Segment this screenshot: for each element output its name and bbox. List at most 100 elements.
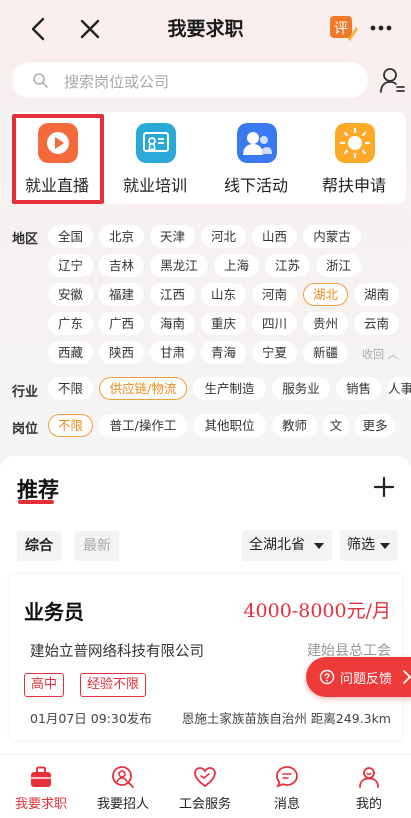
collapse-label: 收回 xyxy=(362,348,384,361)
region-select[interactable]: 全湖北省 xyxy=(242,530,332,561)
industry-chip[interactable]: 生产制造 xyxy=(193,377,266,400)
company-name: 建始立普网络科技有限公司 xyxy=(30,644,204,660)
region-chip[interactable]: 广西 xyxy=(99,312,144,335)
category-activity[interactable]: 线下活动 xyxy=(210,112,302,204)
tabbar-item-job-search[interactable]: 我要求职 xyxy=(0,755,82,818)
caret-down-icon xyxy=(380,543,390,549)
region-chip[interactable]: 新疆 xyxy=(303,341,348,364)
feedback-label: 问题反馈 xyxy=(340,672,393,687)
position-chip[interactable]: 其他职位 xyxy=(193,414,266,437)
recruit-search-icon xyxy=(112,766,134,788)
region-chip[interactable]: 重庆 xyxy=(201,312,246,335)
region-chip[interactable]: 江西 xyxy=(150,283,195,306)
profile-icon xyxy=(359,767,379,788)
industry-chip[interactable]: 服务业 xyxy=(272,377,330,400)
message-icon xyxy=(276,766,298,788)
region-chip[interactable]: 山东 xyxy=(201,283,246,306)
position-chip-selected[interactable]: 不限 xyxy=(48,414,93,437)
category-highlight-box xyxy=(12,114,104,204)
region-chip[interactable]: 甘肃 xyxy=(150,341,195,364)
region-chip[interactable]: 青海 xyxy=(201,341,246,364)
region-chip[interactable]: 吉林 xyxy=(99,254,144,277)
filter-select-value: 筛选 xyxy=(347,537,375,553)
search-icon xyxy=(33,73,48,88)
industry-chip-selected[interactable]: 供应链/物流 xyxy=(99,377,187,400)
region-chip[interactable]: 四川 xyxy=(252,312,297,335)
region-chip[interactable]: 安徽 xyxy=(48,283,93,306)
tabbar-label: 工会服务 xyxy=(178,797,231,812)
filter-select[interactable]: 筛选 xyxy=(340,530,397,561)
tabbar-label: 我要招人 xyxy=(96,797,149,812)
region-chip[interactable]: 山西 xyxy=(252,225,297,248)
category-assistance[interactable]: 帮扶申请 xyxy=(308,112,400,204)
people-activity-icon xyxy=(237,123,277,163)
job-location: 恩施土家族苗族自治州 距离249.3km xyxy=(181,711,391,726)
region-chip[interactable]: 陕西 xyxy=(99,341,144,364)
region-chip[interactable]: 天津 xyxy=(150,225,195,248)
chevron-up-icon: ︿ xyxy=(387,348,399,361)
job-tag: 高中 xyxy=(24,673,65,697)
region-chip[interactable]: 江苏 xyxy=(265,254,310,277)
more-icon[interactable] xyxy=(368,16,394,40)
region-chip[interactable]: 北京 xyxy=(99,225,144,248)
search-placeholder: 搜索岗位或公司 xyxy=(64,73,170,91)
tab-latest[interactable]: 最新 xyxy=(75,531,119,561)
region-chip[interactable]: 浙江 xyxy=(316,254,361,277)
tab-comprehensive[interactable]: 综合 xyxy=(17,531,61,561)
region-chip[interactable]: 辽宁 xyxy=(48,254,93,277)
region-chip[interactable]: 上海 xyxy=(214,254,259,277)
training-certificate-icon xyxy=(136,123,176,163)
more-positions-chip[interactable]: 更多 xyxy=(355,414,395,437)
user-filter-icon[interactable] xyxy=(379,66,405,94)
category-training[interactable]: 就业培训 xyxy=(109,112,201,204)
region-chip-selected[interactable]: 湖北 xyxy=(303,283,348,306)
position-filter-label: 岗位 xyxy=(12,422,39,437)
region-chip[interactable]: 宁夏 xyxy=(252,341,297,364)
navbar: 我要求职 评 xyxy=(0,0,411,56)
search-input[interactable]: 搜索岗位或公司 xyxy=(12,62,368,98)
caret-down-icon xyxy=(314,543,324,549)
region-chip[interactable]: 全国 xyxy=(48,225,93,248)
industry-chip[interactable]: 销售 xyxy=(336,377,381,400)
region-chip[interactable]: 河南 xyxy=(252,283,297,306)
region-chip[interactable]: 海南 xyxy=(150,312,195,335)
position-chip[interactable]: 普工/操作工 xyxy=(99,414,187,437)
tabbar-label: 我要求职 xyxy=(14,797,67,812)
tabbar-item-message[interactable]: 消息 xyxy=(246,755,328,818)
title-underline xyxy=(18,500,54,504)
region-chip[interactable]: 云南 xyxy=(354,312,399,335)
job-tag: 经验不限 xyxy=(80,673,147,697)
question-icon xyxy=(319,669,335,685)
position-chip[interactable]: 文 xyxy=(323,414,349,437)
tabbar-item-profile[interactable]: 我的 xyxy=(328,755,410,818)
sun-help-icon xyxy=(335,123,375,163)
tabbar-item-union-service[interactable]: 工会服务 xyxy=(164,755,246,818)
industry-filter-label: 行业 xyxy=(12,385,39,400)
svg-text:评: 评 xyxy=(334,21,348,37)
industry-chip[interactable]: 不限 xyxy=(48,377,93,400)
category-label: 就业培训 xyxy=(122,176,187,195)
region-chip[interactable]: 内蒙古 xyxy=(303,225,361,248)
tabbar-item-recruit[interactable]: 我要招人 xyxy=(82,755,164,818)
region-chip[interactable]: 广东 xyxy=(48,312,93,335)
region-chip[interactable]: 福建 xyxy=(99,283,144,306)
region-chip[interactable]: 黑龙江 xyxy=(150,254,208,277)
evaluate-icon[interactable]: 评 xyxy=(328,13,358,43)
position-chip[interactable]: 教师 xyxy=(272,414,317,437)
bottom-tabbar: 我要求职 我要招人 工会服务 消息 我的 xyxy=(0,754,411,818)
industry-chip[interactable]: 人事 xyxy=(387,377,411,400)
collapse-regions-button[interactable]: 收回 ︿ xyxy=(362,346,399,362)
region-chip[interactable]: 湖南 xyxy=(354,283,399,306)
job-salary: 4000-8000元/月 xyxy=(243,600,391,622)
region-chip[interactable]: 西藏 xyxy=(48,341,93,364)
job-title: 业务员 xyxy=(24,600,84,624)
chevron-right-icon xyxy=(403,670,411,684)
feedback-button[interactable]: 问题反馈 xyxy=(306,657,411,697)
region-select-value: 全湖北省 xyxy=(249,537,305,553)
region-chip[interactable]: 河北 xyxy=(201,225,246,248)
plus-icon[interactable] xyxy=(373,476,395,498)
region-chip[interactable]: 贵州 xyxy=(303,312,348,335)
category-label: 线下活动 xyxy=(223,176,288,195)
heart-service-icon xyxy=(194,767,216,788)
post-date: 01月07日 09:30发布 xyxy=(30,711,152,726)
